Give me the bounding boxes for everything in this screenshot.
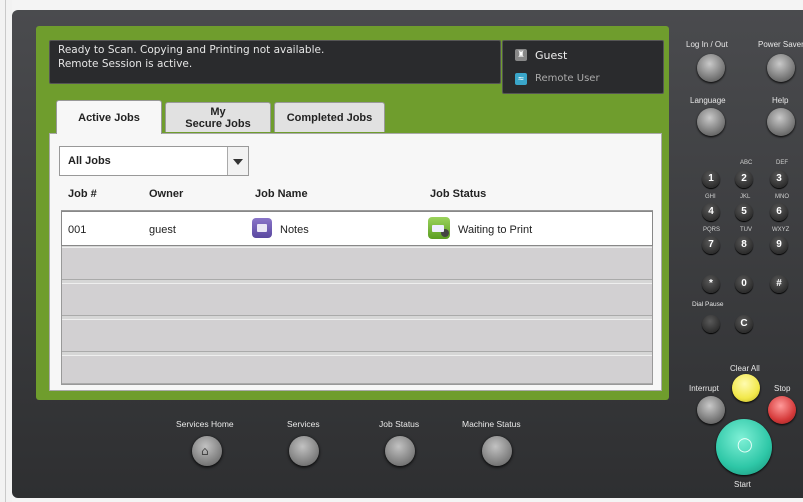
key-8-letters: TUV xyxy=(740,227,752,233)
power-saver-button[interactable] xyxy=(767,54,795,82)
services-home-button[interactable]: ⌂ xyxy=(192,436,222,466)
services-label: Services xyxy=(287,419,320,429)
column-header-job-name: Job Name xyxy=(255,188,308,200)
key-4-letters: GHI xyxy=(705,194,716,200)
tab-active-jobs[interactable]: Active Jobs xyxy=(56,100,162,134)
status-message: Ready to Scan. Copying and Printing not … xyxy=(58,44,325,70)
key-9-letters: WXYZ xyxy=(772,227,790,233)
help-button[interactable] xyxy=(767,108,795,136)
job-filter-dropdown[interactable]: All Jobs xyxy=(59,146,249,176)
key-9[interactable]: 9 xyxy=(770,236,788,254)
stop-button[interactable] xyxy=(768,396,796,424)
tab-label: Active Jobs xyxy=(78,111,140,124)
dial-pause-button[interactable] xyxy=(702,315,720,333)
session-type: Remote User xyxy=(535,73,600,84)
key-1[interactable]: 1 xyxy=(702,170,720,188)
notes-icon xyxy=(252,218,272,238)
tab-label: My Secure Jobs xyxy=(185,105,251,130)
user-name: Guest xyxy=(535,49,568,62)
column-header-job-status: Job Status xyxy=(430,188,487,200)
key-2[interactable]: 2 xyxy=(735,170,753,188)
power-saver-label: Power Saver xyxy=(758,40,803,49)
job-status: Waiting to Print xyxy=(458,224,533,236)
key-5-letters: JKL xyxy=(740,194,751,200)
language-button[interactable] xyxy=(697,108,725,136)
key-7-letters: PQRS xyxy=(703,227,721,233)
home-icon: ⌂ xyxy=(201,444,209,458)
clear-all-label: Clear All xyxy=(730,364,760,373)
job-owner: guest xyxy=(149,224,176,236)
key-3[interactable]: 3 xyxy=(770,170,788,188)
guest-user-icon: ♜ xyxy=(515,49,527,61)
interrupt-label: Interrupt xyxy=(689,384,719,393)
start-icon: ◯ xyxy=(737,437,753,453)
table-row[interactable]: 001 guest Notes Waiting to Print xyxy=(61,211,653,246)
tab-my-secure-jobs[interactable]: My Secure Jobs xyxy=(165,102,271,132)
printer-icon xyxy=(428,217,450,239)
log-in-out-button[interactable] xyxy=(697,54,725,82)
language-label: Language xyxy=(690,96,726,105)
key-6[interactable]: 6 xyxy=(770,203,788,221)
chevron-down-icon[interactable] xyxy=(227,147,248,175)
empty-row xyxy=(62,283,652,316)
user-panel[interactable]: ♜ Guest ≈ Remote User xyxy=(502,40,664,94)
edge-line xyxy=(5,0,6,502)
job-number: 001 xyxy=(68,224,87,236)
job-name: Notes xyxy=(280,224,309,236)
machine-status-label: Machine Status xyxy=(462,419,521,429)
background-margin xyxy=(0,0,12,502)
job-filter-value: All Jobs xyxy=(68,155,111,167)
stop-label: Stop xyxy=(774,384,791,393)
dial-pause-label: Dial Pause xyxy=(692,301,724,308)
clear-button[interactable]: C xyxy=(735,315,753,333)
key-5[interactable]: 5 xyxy=(735,203,753,221)
services-home-label: Services Home xyxy=(176,419,234,429)
key-0[interactable]: 0 xyxy=(735,275,753,293)
help-label: Help xyxy=(772,96,789,105)
key-star[interactable]: * xyxy=(702,275,720,293)
start-button[interactable]: ◯ xyxy=(716,419,772,475)
empty-row xyxy=(62,319,652,352)
services-button[interactable] xyxy=(289,436,319,466)
key-8[interactable]: 8 xyxy=(735,236,753,254)
tab-completed-jobs[interactable]: Completed Jobs xyxy=(274,102,385,132)
empty-row xyxy=(62,355,652,384)
clear-all-button[interactable] xyxy=(732,374,760,402)
job-status-label: Job Status xyxy=(379,419,420,429)
machine-status-button[interactable] xyxy=(482,436,512,466)
column-header-owner: Owner xyxy=(149,188,184,200)
key-4[interactable]: 4 xyxy=(702,203,720,221)
key-7[interactable]: 7 xyxy=(702,236,720,254)
tab-label: Completed Jobs xyxy=(286,111,373,124)
remote-session-icon: ≈ xyxy=(515,73,527,85)
key-3-letters: DEF xyxy=(776,160,788,166)
start-label: Start xyxy=(734,480,751,489)
key-2-letters: ABC xyxy=(740,160,753,166)
log-in-out-label: Log In / Out xyxy=(686,40,728,49)
empty-row xyxy=(62,247,652,280)
key-hash[interactable]: # xyxy=(770,275,788,293)
column-header-job-number: Job # xyxy=(68,188,97,200)
job-status-button[interactable] xyxy=(385,436,415,466)
interrupt-button[interactable] xyxy=(697,396,725,424)
key-6-letters: MNO xyxy=(775,194,789,200)
